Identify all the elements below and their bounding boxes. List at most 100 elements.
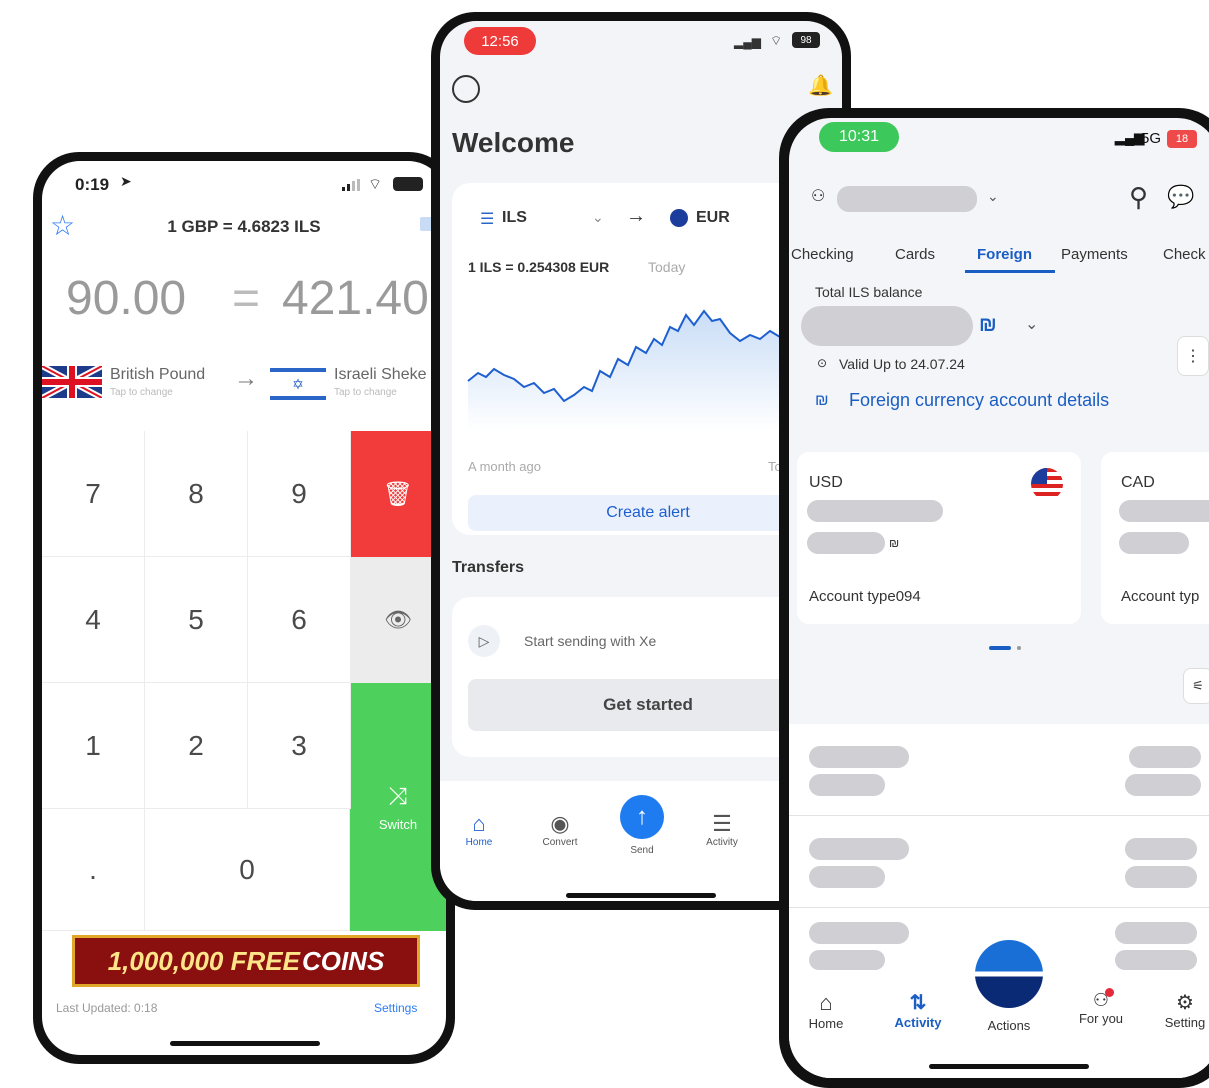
home-indicator xyxy=(170,1041,320,1046)
row-amount-redacted xyxy=(1125,838,1197,860)
status-time-pill: 12:56 xyxy=(464,27,536,55)
fx-details-link[interactable]: Foreign currency account details xyxy=(849,390,1109,411)
key-1[interactable]: 1 xyxy=(42,683,145,809)
profile-icon[interactable] xyxy=(452,75,480,103)
nav-send-label: Send xyxy=(630,845,654,856)
filter-button[interactable]: ⚟ xyxy=(1183,668,1209,704)
nav-actions-label: Actions xyxy=(987,1018,1031,1033)
tab-foreign[interactable]: Foreign xyxy=(977,246,1032,263)
nav-home-label: Home xyxy=(465,837,493,848)
card-shekel: ₪ xyxy=(889,536,900,550)
bell-icon[interactable]: 🔔 xyxy=(808,73,833,98)
ad-text-free: 1,000,000 FREE xyxy=(107,945,300,976)
nav-home[interactable]: ⌂ Home xyxy=(801,990,851,1031)
key-6[interactable]: 6 xyxy=(248,557,351,683)
balance-redacted xyxy=(801,306,973,346)
convert-icon: ◉ xyxy=(550,811,570,836)
to-currency-code[interactable]: EUR xyxy=(696,209,730,227)
home-icon: ⌂ xyxy=(819,990,833,1015)
wifi-icon: ⌔ xyxy=(770,33,783,48)
key-7[interactable]: 7 xyxy=(42,431,145,557)
user-icon[interactable]: ⚇ xyxy=(811,186,825,206)
key-5[interactable]: 5 xyxy=(145,557,248,683)
list-icon: ☰ xyxy=(712,811,732,836)
ad-banner[interactable]: 1,000,000 FREE COINS xyxy=(72,935,420,987)
account-name-redacted xyxy=(837,186,977,212)
nav-convert[interactable]: ◉ Convert xyxy=(530,811,590,848)
network-label: 5G xyxy=(1141,130,1162,147)
uk-flag-icon[interactable] xyxy=(42,366,102,398)
from-currency-name[interactable]: British Pound xyxy=(110,366,205,384)
nav-activity-label: Activity xyxy=(706,837,738,848)
location-arrow-icon: ➤ xyxy=(120,173,132,189)
create-alert-button[interactable]: Create alert xyxy=(468,495,828,531)
get-started-button[interactable]: Get started xyxy=(468,679,828,731)
nav-activity[interactable]: ☰ Activity xyxy=(692,811,752,848)
more-options-button[interactable]: ⋮ xyxy=(1177,336,1209,376)
wifi-icon: ⌔ xyxy=(368,176,383,193)
tab-payments[interactable]: Payments xyxy=(1061,246,1128,263)
arrow-right-icon: → xyxy=(626,205,646,227)
row-sub-redacted xyxy=(809,950,885,970)
home-indicator xyxy=(929,1064,1089,1069)
actions-logo-button[interactable] xyxy=(975,940,1043,1008)
status-time-pill: 10:31 xyxy=(819,122,899,152)
tab-cards[interactable]: Cards xyxy=(895,246,935,263)
bank-screen: 10:31 ▂▄▆ 5G 18 ⚇ ⌄ ⚲ 💬 Checking Cards F… xyxy=(789,118,1209,1078)
currency-card-usd[interactable]: USD ₪ Account type094 xyxy=(797,452,1081,624)
row-sub-redacted xyxy=(809,774,885,796)
chat-icon[interactable]: 💬 xyxy=(1167,184,1194,210)
nav-for-you[interactable]: ⚇ For you xyxy=(1071,988,1131,1026)
key-0[interactable]: 0 xyxy=(145,809,350,931)
send-arrow-icon: ↑ xyxy=(620,795,664,839)
transaction-list xyxy=(789,724,1209,974)
key-2[interactable]: 2 xyxy=(145,683,248,809)
key-3[interactable]: 3 xyxy=(248,683,351,809)
swap-arrow-icon[interactable]: → xyxy=(234,365,258,393)
nav-convert-label: Convert xyxy=(542,837,578,848)
settings-link[interactable]: Settings xyxy=(374,1001,417,1015)
to-amount[interactable]: 421.40 xyxy=(282,271,429,326)
to-tap-hint: Tap to change xyxy=(334,387,397,398)
key-8[interactable]: 8 xyxy=(145,431,248,557)
fx-account-icon: ₪ xyxy=(815,392,829,409)
row-title-redacted xyxy=(809,746,909,768)
currency-card-cad[interactable]: CAD Account typ xyxy=(1101,452,1209,624)
start-sending-text[interactable]: Start sending with Xe xyxy=(524,633,656,649)
nav-activity[interactable]: ⇅ Activity xyxy=(885,990,951,1030)
key-4[interactable]: 4 xyxy=(42,557,145,683)
chevron-down-icon[interactable]: ⌄ xyxy=(987,188,999,205)
eye-icon: 👁 xyxy=(384,607,412,632)
nav-actions[interactable]: Actions xyxy=(977,1018,1041,1033)
chevron-down-icon[interactable]: ⌄ xyxy=(592,209,604,226)
status-time: 10:31 xyxy=(838,128,880,145)
carousel-dot-active xyxy=(989,646,1011,650)
battery-level: 18 xyxy=(1175,133,1189,145)
search-icon[interactable]: ⚲ xyxy=(1129,182,1148,213)
list-item[interactable] xyxy=(789,724,1209,816)
row-title-redacted xyxy=(809,922,909,944)
tab-checking[interactable]: Checking xyxy=(791,246,854,263)
nav-home-label: Home xyxy=(808,1016,844,1031)
ils-flag-icon: ☰ xyxy=(480,211,495,228)
nav-send[interactable]: ↑ Send xyxy=(612,795,672,856)
key-9[interactable]: 9 xyxy=(248,431,351,557)
from-amount[interactable]: 90.00 xyxy=(66,271,186,326)
list-item[interactable] xyxy=(789,816,1209,908)
us-flag-icon xyxy=(1031,468,1063,500)
gear-icon: ⚙ xyxy=(1176,992,1194,1014)
nav-settings[interactable]: ⚙ Setting xyxy=(1155,990,1209,1030)
battery-level: 98 xyxy=(800,34,812,46)
tab-check[interactable]: Check xyxy=(1163,246,1206,263)
to-currency-name[interactable]: Israeli Sheke xyxy=(334,366,427,384)
chevron-down-icon[interactable]: ⌄ xyxy=(1025,314,1038,334)
nav-home[interactable]: ⌂ Home xyxy=(454,811,504,848)
row-amount-redacted xyxy=(1129,746,1201,768)
israel-flag-icon[interactable]: ✡ xyxy=(270,368,326,400)
total-balance-label: Total ILS balance xyxy=(815,284,923,300)
row-title-redacted xyxy=(809,838,909,860)
card-subbalance-redacted xyxy=(1119,532,1189,554)
key-decimal[interactable]: . xyxy=(42,809,145,931)
from-currency-code[interactable]: ILS xyxy=(502,209,527,227)
ad-text-coins: COINS xyxy=(301,945,385,976)
